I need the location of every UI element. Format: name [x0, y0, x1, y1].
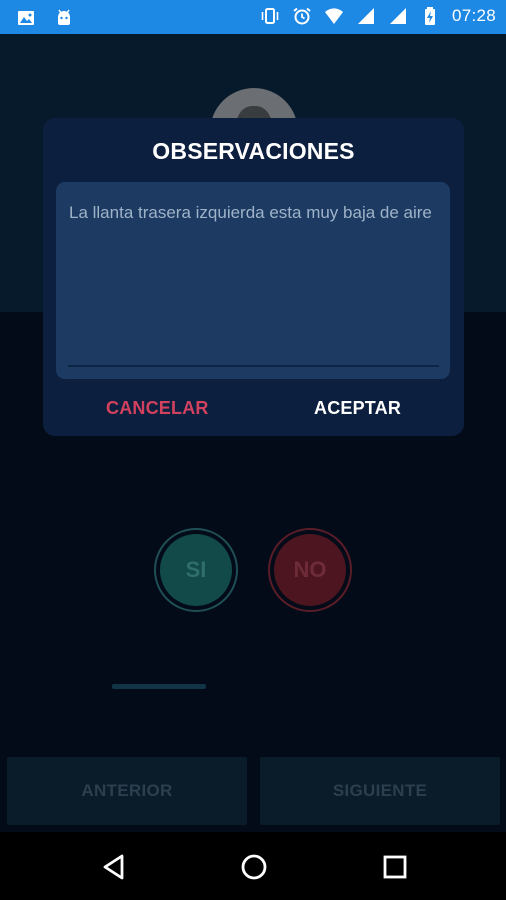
observations-dialog: OBSERVACIONES La llanta trasera izquierd…	[43, 118, 464, 436]
signal-icon	[357, 8, 374, 24]
recents-icon[interactable]	[380, 852, 410, 882]
yes-button[interactable]: SI	[154, 528, 238, 612]
wifi-icon	[324, 8, 343, 24]
signal-icon	[389, 8, 406, 24]
vibrate-icon	[261, 8, 279, 24]
back-icon[interactable]	[100, 852, 130, 882]
yes-label: SI	[160, 534, 232, 606]
field-underline	[68, 365, 439, 367]
accept-button[interactable]: ACEPTAR	[314, 398, 401, 419]
next-button[interactable]: SIGUIENTE	[260, 757, 500, 825]
observations-field[interactable]: La llanta trasera izquierda esta muy baj…	[56, 182, 450, 379]
battery-charging-icon	[424, 7, 435, 25]
dialog-title: OBSERVACIONES	[152, 138, 355, 164]
progress-indicator	[112, 684, 206, 689]
image-icon	[18, 11, 34, 25]
cancel-button[interactable]: CANCELAR	[106, 398, 209, 419]
no-label: NO	[274, 534, 346, 606]
android-icon	[58, 9, 70, 25]
no-button[interactable]: NO	[268, 528, 352, 612]
alarm-icon	[293, 7, 311, 25]
screen: 07:28 SI NO ANTERIOR SIGUIENTE OBSERVACI…	[0, 0, 506, 900]
home-icon[interactable]	[239, 852, 269, 882]
system-nav-bar	[0, 832, 506, 900]
status-time: 07:28	[451, 6, 496, 25]
previous-button[interactable]: ANTERIOR	[7, 757, 247, 825]
status-bar: 07:28	[0, 0, 506, 34]
